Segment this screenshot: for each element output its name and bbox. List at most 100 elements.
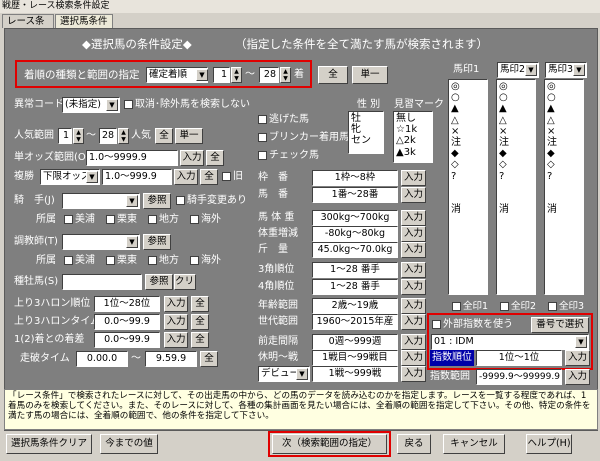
place-odds-old-checkbox[interactable]: 旧 [222, 169, 243, 185]
range-input-button[interactable]: 入力 [401, 334, 426, 350]
chevron-down-icon[interactable]: ▼ [106, 99, 118, 111]
list-item[interactable]: ◆ [499, 148, 533, 159]
last3f-rank-all-button[interactable]: 全 [191, 296, 209, 312]
list-item[interactable]: ▲ [499, 103, 533, 114]
jockey-affil-local[interactable]: 地方 [148, 212, 179, 228]
popularity-to-input[interactable]: 28 [99, 128, 117, 144]
list-item[interactable]: ? [499, 171, 533, 182]
list-item[interactable]: ◎ [547, 81, 581, 92]
tab-horse-conditions[interactable]: 選択馬条件 [55, 14, 113, 28]
list-item[interactable]: △ [547, 115, 581, 126]
list-item[interactable]: 無し [396, 113, 430, 124]
chevron-down-icon[interactable]: ▼ [126, 236, 138, 248]
back-button[interactable]: 戻る [397, 434, 431, 454]
finish-to-input[interactable]: 28 [259, 67, 279, 83]
popularity-from-spinner[interactable]: ▲ ▼ [73, 128, 84, 144]
previous-values-button[interactable]: 今までの値 [100, 434, 158, 454]
chevron-down-icon[interactable]: ▼ [196, 69, 208, 81]
list-item[interactable]: △2k [396, 135, 430, 146]
range-input-button[interactable]: 入力 [401, 350, 426, 366]
sire-input[interactable] [62, 274, 142, 290]
finish-all-button[interactable]: 全 [318, 66, 348, 84]
jockey-affil-ritto[interactable]: 栗東 [106, 212, 137, 228]
range-input-button[interactable]: 入力 [401, 314, 426, 330]
chevron-down-icon[interactable]: ▼ [296, 368, 308, 380]
index-rank-input-button[interactable]: 入力 [565, 350, 590, 366]
trainer-affil-ritto[interactable]: 栗東 [106, 253, 137, 269]
list-item[interactable]: × [451, 126, 485, 137]
finish-from-spinner[interactable]: ▲ ▼ [231, 67, 242, 83]
cancel-button[interactable]: キャンセル [443, 434, 505, 454]
list-item[interactable]: ◇ [499, 159, 533, 170]
trainer-affil-miho[interactable]: 美浦 [64, 253, 95, 269]
sire-clear-button[interactable]: クリア [174, 274, 196, 290]
jockey-ref-button[interactable]: 参照 [143, 193, 171, 209]
popularity-from-input[interactable]: 1 [58, 128, 72, 144]
mark3-list[interactable]: ◎ ○ ▲ △ × 注 ◆ ◇ ? 消 [544, 79, 584, 295]
list-item[interactable]: ○ [451, 92, 485, 103]
range-input-button[interactable]: 入力 [401, 279, 426, 295]
last3f-time-input-button[interactable]: 入力 [164, 314, 188, 330]
list-item[interactable]: ◎ [451, 81, 485, 92]
run-time-from[interactable]: 0.00.0 [76, 351, 128, 367]
list-item[interactable]: ◇ [451, 159, 485, 170]
list-item[interactable]: 消 [547, 204, 581, 215]
tab-race-conditions[interactable]: レース条件 [2, 14, 54, 40]
sire-ref-button[interactable]: 参照 [145, 274, 173, 290]
list-item[interactable]: 牝 [351, 124, 381, 135]
trainer-ref-button[interactable]: 参照 [143, 234, 171, 250]
list-item[interactable]: ○ [499, 92, 533, 103]
range-input-button[interactable]: 入力 [401, 170, 426, 186]
chevron-down-icon[interactable]: ▼ [86, 171, 98, 183]
clear-horse-conditions-button[interactable]: 選択馬条件クリア [6, 434, 92, 454]
list-item[interactable]: × [547, 126, 581, 137]
win-odds-input-button[interactable]: 入力 [180, 150, 204, 166]
jockey-affil-miho[interactable]: 美浦 [64, 212, 95, 228]
list-item[interactable]: ◆ [547, 148, 581, 159]
escaped-horse-checkbox[interactable]: 逃げた馬 [258, 112, 309, 128]
list-item[interactable]: △ [499, 115, 533, 126]
chevron-down-icon[interactable]: ▼ [575, 336, 587, 348]
last3f-time-all-button[interactable]: 全 [191, 314, 209, 330]
list-item[interactable]: ▲3k [396, 147, 430, 158]
list-item[interactable]: ? [451, 171, 485, 182]
mark2-list[interactable]: ◎ ○ ▲ △ × 注 ◆ ◇ ? 消 [496, 79, 536, 295]
margin-all-button[interactable]: 全 [191, 332, 209, 348]
margin-input-button[interactable]: 入力 [164, 332, 188, 348]
list-item[interactable]: セン [351, 135, 381, 146]
list-item[interactable]: 消 [451, 204, 485, 215]
external-index-select[interactable]: 01 : IDM [431, 334, 589, 350]
list-item[interactable]: ▲ [547, 103, 581, 114]
list-item[interactable]: ◇ [547, 159, 581, 170]
finish-single-button[interactable]: 単一 [352, 66, 388, 84]
win-odds-all-button[interactable]: 全 [206, 150, 224, 166]
help-button[interactable]: ヘルプ(H) [526, 434, 572, 454]
list-item[interactable]: 注 [547, 137, 581, 148]
list-item[interactable]: ○ [547, 92, 581, 103]
run-time-all-button[interactable]: 全 [200, 351, 218, 367]
list-item[interactable]: ◆ [451, 148, 485, 159]
chevron-down-icon[interactable]: ▼ [525, 64, 537, 76]
place-odds-input-button[interactable]: 入力 [174, 169, 198, 185]
range-input-button[interactable]: 入力 [401, 262, 426, 278]
list-item[interactable]: ▲ [451, 103, 485, 114]
debut-input-button[interactable]: 入力 [401, 366, 426, 382]
list-item[interactable]: 牡 [351, 113, 381, 124]
place-odds-all-button[interactable]: 全 [200, 169, 218, 185]
select-by-number-button[interactable]: 番号で選択 [531, 317, 589, 333]
popularity-all-button[interactable]: 全 [155, 128, 173, 144]
list-item[interactable]: △ [451, 115, 485, 126]
list-item[interactable]: ☆1k [396, 124, 430, 135]
trainer-affil-local[interactable]: 地方 [148, 253, 179, 269]
check-horse-checkbox[interactable]: チェック馬 [258, 148, 319, 164]
jockey-change-checkbox[interactable]: 騎手変更あり [176, 193, 247, 209]
list-item[interactable]: × [499, 126, 533, 137]
index-range-input-button[interactable]: 入力 [565, 369, 590, 385]
last3f-rank-input-button[interactable]: 入力 [164, 296, 188, 312]
blinker-checkbox[interactable]: ブリンカー着用馬 [258, 130, 349, 146]
chevron-down-icon[interactable]: ▼ [126, 195, 138, 207]
mark1-list[interactable]: ◎ ○ ▲ △ × 注 ◆ ◇ ? 消 [448, 79, 488, 295]
list-item[interactable]: ◎ [499, 81, 533, 92]
exclude-cancelled-checkbox[interactable]: 取消･除外馬を検索しない [124, 97, 250, 113]
range-input-button[interactable]: 入力 [401, 226, 426, 242]
